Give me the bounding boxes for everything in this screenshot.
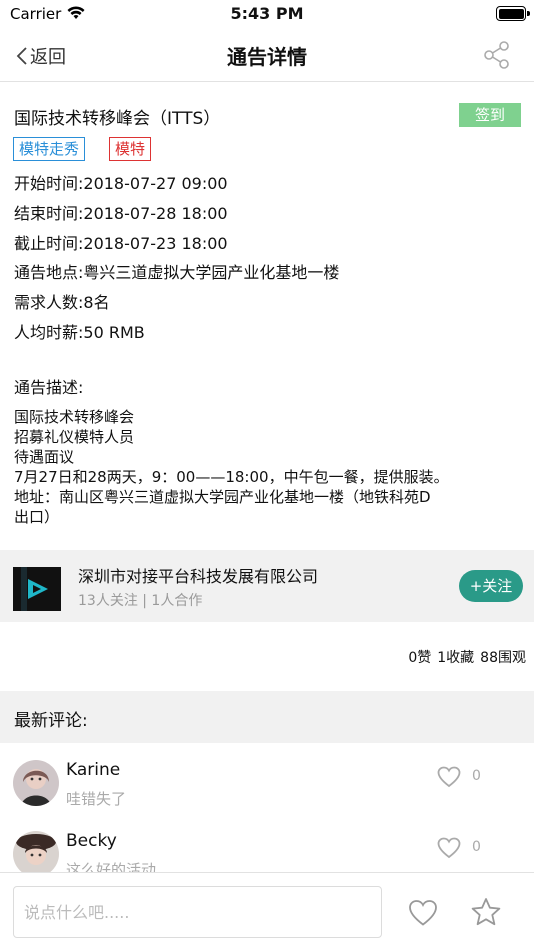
- comments-header: 最新评论:: [0, 691, 534, 743]
- description-label: 通告描述:: [14, 378, 84, 397]
- checkin-button[interactable]: 签到: [459, 103, 521, 127]
- description-body: 国际技术转移峰会 招募礼仪模特人员 待遇面议 7月27日和28两天，9：00——…: [14, 407, 520, 527]
- heart-icon[interactable]: [408, 899, 438, 927]
- comment-author: Karine: [66, 760, 121, 780]
- comment-like-count: 0: [472, 839, 481, 855]
- comment-item: Karine 哇错失了 0: [0, 760, 534, 832]
- views-count: 88围观: [480, 650, 526, 666]
- likes-count: 0赞: [408, 650, 432, 666]
- star-icon[interactable]: [470, 897, 502, 927]
- description-line: 国际技术转移峰会: [14, 408, 135, 426]
- bottom-bar: [0, 872, 534, 950]
- description-line: 7月27日和28两天，9：00——18:00，中午包一餐，提供服装。: [14, 468, 449, 486]
- avatar[interactable]: [13, 831, 59, 877]
- follow-button[interactable]: +关注: [459, 570, 523, 602]
- heart-icon[interactable]: [437, 837, 461, 859]
- nav-bar: 返回 通告详情: [0, 30, 534, 82]
- battery-icon: [496, 6, 530, 21]
- description-line: 招募礼仪模特人员: [14, 428, 135, 446]
- description-line: 出口）: [14, 508, 60, 526]
- avatar[interactable]: [13, 760, 59, 806]
- company-meta: 13人关注 | 1人合作: [78, 593, 203, 609]
- play-icon: [28, 579, 48, 599]
- comments-title: 最新评论:: [14, 711, 88, 731]
- location: 通告地点:粤兴三道虚拟大学园产业化基地一楼: [14, 263, 340, 282]
- description-line: 待遇面议: [14, 448, 75, 466]
- tag-model: 模特: [109, 137, 152, 161]
- favorites-count: 1收藏: [437, 650, 475, 666]
- comment-text: 哇错失了: [66, 790, 127, 808]
- start-time: 开始时间:2018-07-27 09:00: [14, 174, 228, 193]
- heart-icon[interactable]: [437, 766, 461, 788]
- pay: 人均时薪:50 RMB: [14, 323, 145, 342]
- comment-author: Becky: [66, 831, 117, 851]
- status-bar: Carrier 5:43 PM: [0, 0, 534, 30]
- status-time: 5:43 PM: [230, 4, 304, 23]
- share-icon[interactable]: [482, 40, 512, 70]
- headcount: 需求人数:8名: [14, 293, 110, 312]
- company-name: 深圳市对接平台科技发展有限公司: [78, 567, 319, 586]
- comment-like-count: 0: [472, 768, 481, 784]
- stats-row: 0赞 1收藏 88围观: [402, 647, 526, 667]
- page-title: 通告详情: [227, 45, 307, 69]
- company-logo: [13, 567, 61, 611]
- comment-input[interactable]: [13, 886, 382, 938]
- notice-title: 国际技术转移峰会（ITTS）: [14, 109, 221, 129]
- deadline: 截止时间:2018-07-23 18:00: [14, 234, 228, 253]
- company-card[interactable]: 深圳市对接平台科技发展有限公司 13人关注 | 1人合作 +关注: [0, 550, 534, 622]
- tag-model-show: 模特走秀: [13, 137, 86, 161]
- end-time: 结束时间:2018-07-28 18:00: [14, 204, 228, 223]
- description-line: 地址：南山区粤兴三道虚拟大学园产业化基地一楼（地铁科苑D: [14, 488, 431, 506]
